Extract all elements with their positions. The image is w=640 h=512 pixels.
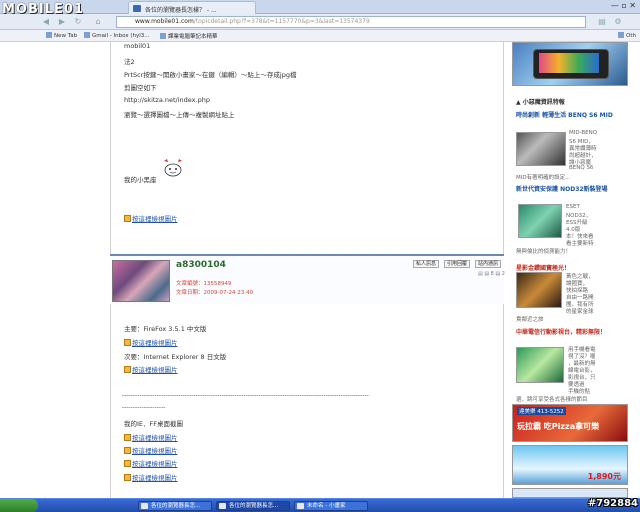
benq-image[interactable] <box>516 132 566 166</box>
author-info: a8300104 文章編號：13558949 文章日期：2009-07-24 2… <box>110 254 505 304</box>
post-line: http://skitza.net/index.php <box>124 96 210 104</box>
sidebar-desc: 手機的點 <box>568 389 591 395</box>
wrench-icon[interactable]: ⚙ <box>612 16 624 28</box>
site-favicon-icon <box>133 5 141 12</box>
nod32-image[interactable] <box>518 204 562 238</box>
sidebar-desc: 選，跳可享受各式各樣的節目 <box>516 397 588 403</box>
window-controls[interactable]: — ▫ ✕ <box>611 1 636 10</box>
author-name[interactable]: a8300104 <box>176 260 226 270</box>
avatar[interactable] <box>112 260 170 302</box>
pm-button[interactable]: 私人訊息 <box>413 260 440 268</box>
bookmark-icon <box>46 32 52 38</box>
attachment-icon <box>124 215 131 222</box>
message-button[interactable]: 站內通訊 <box>475 260 502 268</box>
page-tag: ▤ ▤ 8 ▤ 2 <box>478 271 505 277</box>
secondary-browser-label: 次要：Internet Explorer 8 日文版 <box>124 353 227 361</box>
windows-taskbar: 各位的瀏覽器長怎... 各位的瀏覽器長怎... 未命名 - 小畫家 <box>0 498 640 512</box>
ie-icon <box>141 503 148 509</box>
dominos-slogan: 玩拉霸 吃Pizza拿可樂 <box>517 422 600 431</box>
cht-video-image[interactable] <box>516 347 564 383</box>
sidebar: ▲ 小惡魔資訊特報 時尚創新 輕薄生活 BENQ S6 MID MID-BENQ… <box>510 42 640 498</box>
ie-ff-label: 我的IE．FF桌面截圖 <box>124 420 184 428</box>
aurora-image[interactable] <box>516 272 562 308</box>
separator-line: ----------------------------------------… <box>122 392 369 399</box>
sidebar-item-title[interactable]: 中華電信行動影視台，精彩無限！ <box>516 329 634 337</box>
start-button[interactable] <box>0 499 38 512</box>
address-bar[interactable]: www.mobile01.com/topicdetail.php?f=378&t… <box>116 16 586 28</box>
ad-strip[interactable] <box>512 488 628 498</box>
sidebar-desc: 看主要新特 <box>566 241 594 247</box>
gmail-icon <box>84 32 90 38</box>
view-image-link[interactable]: 按這裡檢視圖片 <box>124 364 178 374</box>
post-line: PrtScr按鍵～開啟小畫家～在鍵（編輯）～貼上～存成jpg檔 <box>124 71 297 79</box>
bookmark-item[interactable]: 課業電腦筆記本精華 <box>160 32 218 40</box>
phone-banner-image[interactable] <box>512 42 628 86</box>
post-line: 法2 <box>124 58 135 66</box>
separator-line-2: -------------------- <box>122 404 166 411</box>
post-line: 瀏覽～選擇圖檔～上傳～複製網址貼上 <box>124 111 235 119</box>
attachment-icon <box>124 434 131 441</box>
watermark: #792884 <box>587 498 638 509</box>
home-icon[interactable]: ⌂ <box>92 16 104 28</box>
taskbar-item[interactable]: 各位的瀏覽器長怎... <box>138 501 212 511</box>
post-line: mobil01 <box>124 42 151 50</box>
view-image-link[interactable]: 按這裡檢視圖片 <box>124 445 178 455</box>
sidebar-desc: 貴鄰近之旅 <box>516 317 544 323</box>
page-menu-icon[interactable]: ▤ <box>596 16 608 28</box>
my-avatar-label: 我的小黑座 <box>124 176 157 184</box>
bookmark-item-other[interactable]: Oth <box>618 32 636 39</box>
address-host: www.mobile01.com <box>135 18 194 25</box>
sidebar-item-title[interactable]: 時尚創新 輕薄生活 BENQ S6 MID <box>516 112 634 120</box>
sidebar-item-title[interactable]: 星影金鑽國寶極光！ <box>516 263 570 272</box>
browser-toolbar: ◀ ▶ ↻ ⌂ www.mobile01.com/topicdetail.php… <box>0 14 640 30</box>
back-icon[interactable]: ◀ <box>40 16 52 28</box>
taskbar-item[interactable]: 未命名 - 小畫家 <box>294 501 368 511</box>
sidebar-desc: MID有著明確的設定... <box>516 175 571 181</box>
view-image-link[interactable]: 按這裡檢視圖片 <box>124 213 178 223</box>
taskbar-item[interactable]: 各位的瀏覽器長怎... <box>216 501 290 511</box>
folder-icon <box>618 32 624 38</box>
tab-bar: MOBILE01 各位的瀏覽器長怎樣？ - ... — ▫ ✕ <box>0 0 640 17</box>
paint-icon <box>297 503 304 509</box>
post-bottom <box>110 304 504 498</box>
sidebar-item-title[interactable]: 新世代資安保護 NOD32新裝登場 <box>516 186 634 194</box>
forward-icon[interactable]: ▶ <box>56 16 68 28</box>
dominos-phone: 達美樂 413-5252 <box>517 407 566 415</box>
attachment-icon <box>124 339 131 346</box>
main-browser-label: 主要：FireFox 3.5.1 中文版 <box>124 325 207 333</box>
sidebar-header: ▲ 小惡魔資訊特報 <box>516 99 565 106</box>
attachment-icon <box>124 474 131 481</box>
dominos-ad[interactable]: 達美樂 413-5252 玩拉霸 吃Pizza拿可樂 <box>512 404 628 442</box>
post-number: 文章編號：13558949 <box>176 281 232 287</box>
quote-button[interactable]: 引用回覆 <box>444 260 471 268</box>
bookmark-item[interactable]: New Tab <box>46 32 77 39</box>
browser-tab[interactable]: 各位的瀏覽器長怎樣？ - ... <box>128 1 256 14</box>
chrome-icon <box>219 503 226 509</box>
view-image-link[interactable]: 按這裡檢視圖片 <box>124 458 178 468</box>
attachment-icon <box>124 460 131 467</box>
travel-price: 1,890元 <box>587 472 621 481</box>
sidebar-desc: 無與倫比的偵測能力！ <box>516 249 572 255</box>
sidebar-desc: MID-BENQ <box>569 130 598 136</box>
sidebar-desc: 的星家金球 <box>566 309 594 315</box>
folder-icon <box>160 33 166 39</box>
reload-icon[interactable]: ↻ <box>72 16 84 28</box>
view-image-link[interactable]: 按這裡檢視圖片 <box>124 472 178 482</box>
bookmarks-bar: New Tab Gmail - Inbox (hyl3... 課業電腦筆記本精華… <box>0 30 640 42</box>
travel-ad[interactable]: 1,890元 <box>512 445 628 485</box>
view-image-link[interactable]: 按這裡檢視圖片 <box>124 432 178 442</box>
post-line: 剪圖空如下 <box>124 84 157 92</box>
attachment-icon <box>124 447 131 454</box>
view-image-link[interactable]: 按這裡檢視圖片 <box>124 337 178 347</box>
devil-emoticon-icon <box>164 159 182 177</box>
attachment-icon <box>124 366 131 373</box>
post-date: 文章日期：2009-07-24 23:40 <box>176 290 254 296</box>
bookmark-item[interactable]: Gmail - Inbox (hyl3... <box>84 32 149 39</box>
sidebar-desc: BENQ S6 <box>569 165 594 171</box>
tab-title: 各位的瀏覽器長怎樣？ - ... <box>145 7 217 14</box>
page-content: mobil01 法2 PrtScr按鍵～開啟小畫家～在鍵（編輯）～貼上～存成jp… <box>0 42 640 498</box>
sidebar-desc: ESET <box>566 204 580 210</box>
address-path: /topicdetail.php?f=378&t=1157770&p=3&las… <box>193 18 370 25</box>
